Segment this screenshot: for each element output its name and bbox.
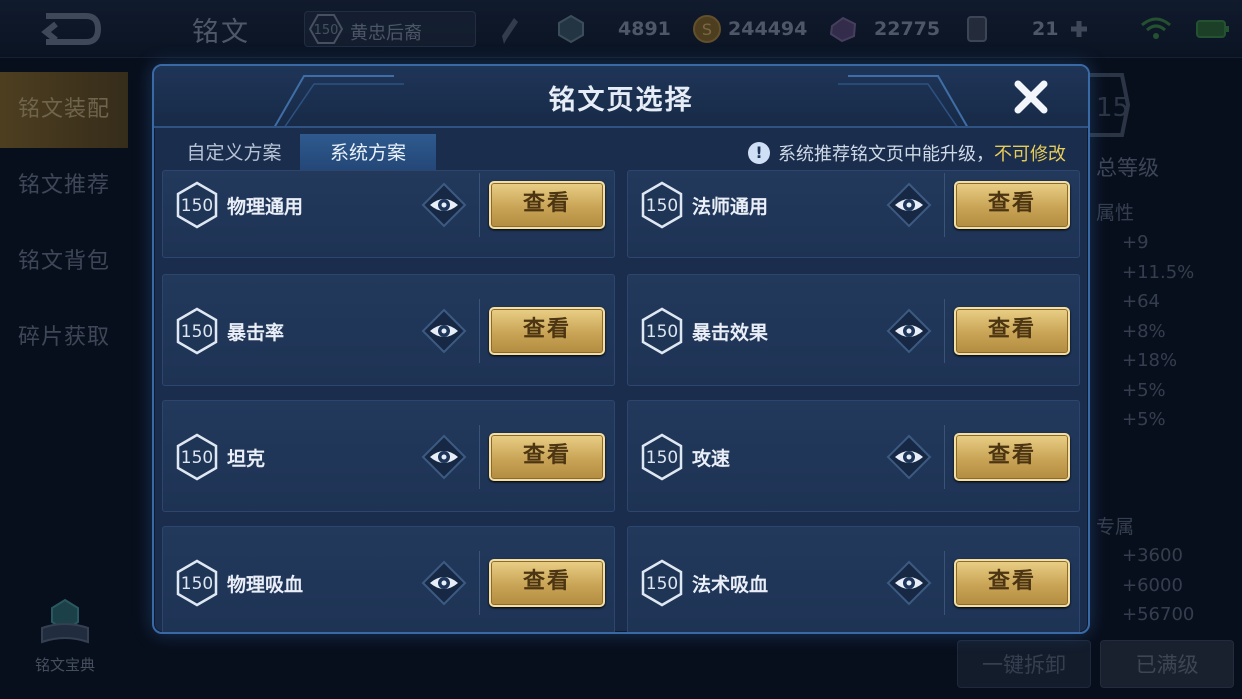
rune-page-card[interactable]: 150 物理通用 查看 [162,170,615,258]
rune-page-card[interactable]: 150 坦克 查看 [162,400,615,512]
svg-text:150: 150 [646,322,678,342]
rune-page-card[interactable]: 150 暴击率 查看 [162,274,615,386]
level-hex-icon: 150 [641,559,683,607]
divider [479,425,480,489]
divider [479,173,480,237]
rune-page-card[interactable]: 150 暴击效果 查看 [627,274,1080,386]
divider [944,551,945,615]
level-hex-icon: 150 [641,433,683,481]
svg-text:150: 150 [646,196,678,216]
view-button[interactable]: 查看 [954,433,1070,481]
view-button[interactable]: 查看 [954,181,1070,229]
tab-bar: 自定义方案 系统方案 ! 系统推荐铭文页中能升级， 不可修改 [154,134,1088,174]
divider [944,299,945,363]
tab-custom-plan[interactable]: 自定义方案 [168,134,300,174]
rune-page-name: 坦克 [227,448,266,470]
preview-eye-icon[interactable] [421,308,467,354]
svg-text:150: 150 [181,448,213,468]
view-button[interactable]: 查看 [489,307,605,355]
preview-eye-icon[interactable] [886,434,932,480]
level-hex-icon: 150 [176,307,218,355]
view-button[interactable]: 查看 [954,559,1070,607]
rune-page-name: 攻速 [692,448,731,470]
rune-page-card[interactable]: 150 物理吸血 查看 [162,526,615,632]
modal-header: 铭文页选择 [154,66,1088,128]
level-hex-icon: 150 [176,433,218,481]
view-button[interactable]: 查看 [489,559,605,607]
svg-text:150: 150 [181,196,213,216]
divider [479,551,480,615]
rune-page-card[interactable]: 150 法术吸血 查看 [627,526,1080,632]
preview-eye-icon[interactable] [886,560,932,606]
divider [479,299,480,363]
view-button[interactable]: 查看 [954,307,1070,355]
rune-page-select-modal: 铭文页选择 自定义方案 系统方案 ! 系统推荐铭文页中能升级， 不可修改 150… [152,64,1090,634]
preview-eye-icon[interactable] [886,308,932,354]
info-icon: ! [748,142,770,164]
level-hex-icon: 150 [176,559,218,607]
preview-eye-icon[interactable] [421,560,467,606]
divider [944,173,945,237]
svg-text:150: 150 [646,448,678,468]
notice-text: 系统推荐铭文页中能升级， [778,144,994,165]
view-button[interactable]: 查看 [489,181,605,229]
rune-page-name: 暴击效果 [692,322,769,344]
level-hex-icon: 150 [641,181,683,229]
preview-eye-icon[interactable] [421,182,467,228]
tab-system-plan[interactable]: 系统方案 [300,134,436,174]
svg-text:150: 150 [181,574,213,594]
rune-page-name: 法师通用 [692,196,769,218]
system-notice: ! 系统推荐铭文页中能升级， 不可修改 [748,140,1066,166]
rune-page-grid: 150 物理通用 查看 150 法师通用 查看 150 暴击率 查看 150 暴击效果 查看 150 坦克… [162,170,1082,632]
rune-page-name: 物理吸血 [227,574,304,596]
rune-page-card[interactable]: 150 攻速 查看 [627,400,1080,512]
rune-page-name: 暴击率 [227,322,285,344]
view-button[interactable]: 查看 [489,433,605,481]
divider [944,425,945,489]
level-hex-icon: 150 [176,181,218,229]
rune-page-name: 法术吸血 [692,574,769,596]
preview-eye-icon[interactable] [421,434,467,480]
rune-page-name: 物理通用 [227,196,304,218]
rune-page-card[interactable]: 150 法师通用 查看 [627,170,1080,258]
close-icon[interactable] [1012,78,1050,116]
preview-eye-icon[interactable] [886,182,932,228]
svg-text:150: 150 [646,574,678,594]
modal-title: 铭文页选择 [548,85,694,116]
svg-text:150: 150 [181,322,213,342]
level-hex-icon: 150 [641,307,683,355]
notice-warning: 不可修改 [994,144,1066,165]
